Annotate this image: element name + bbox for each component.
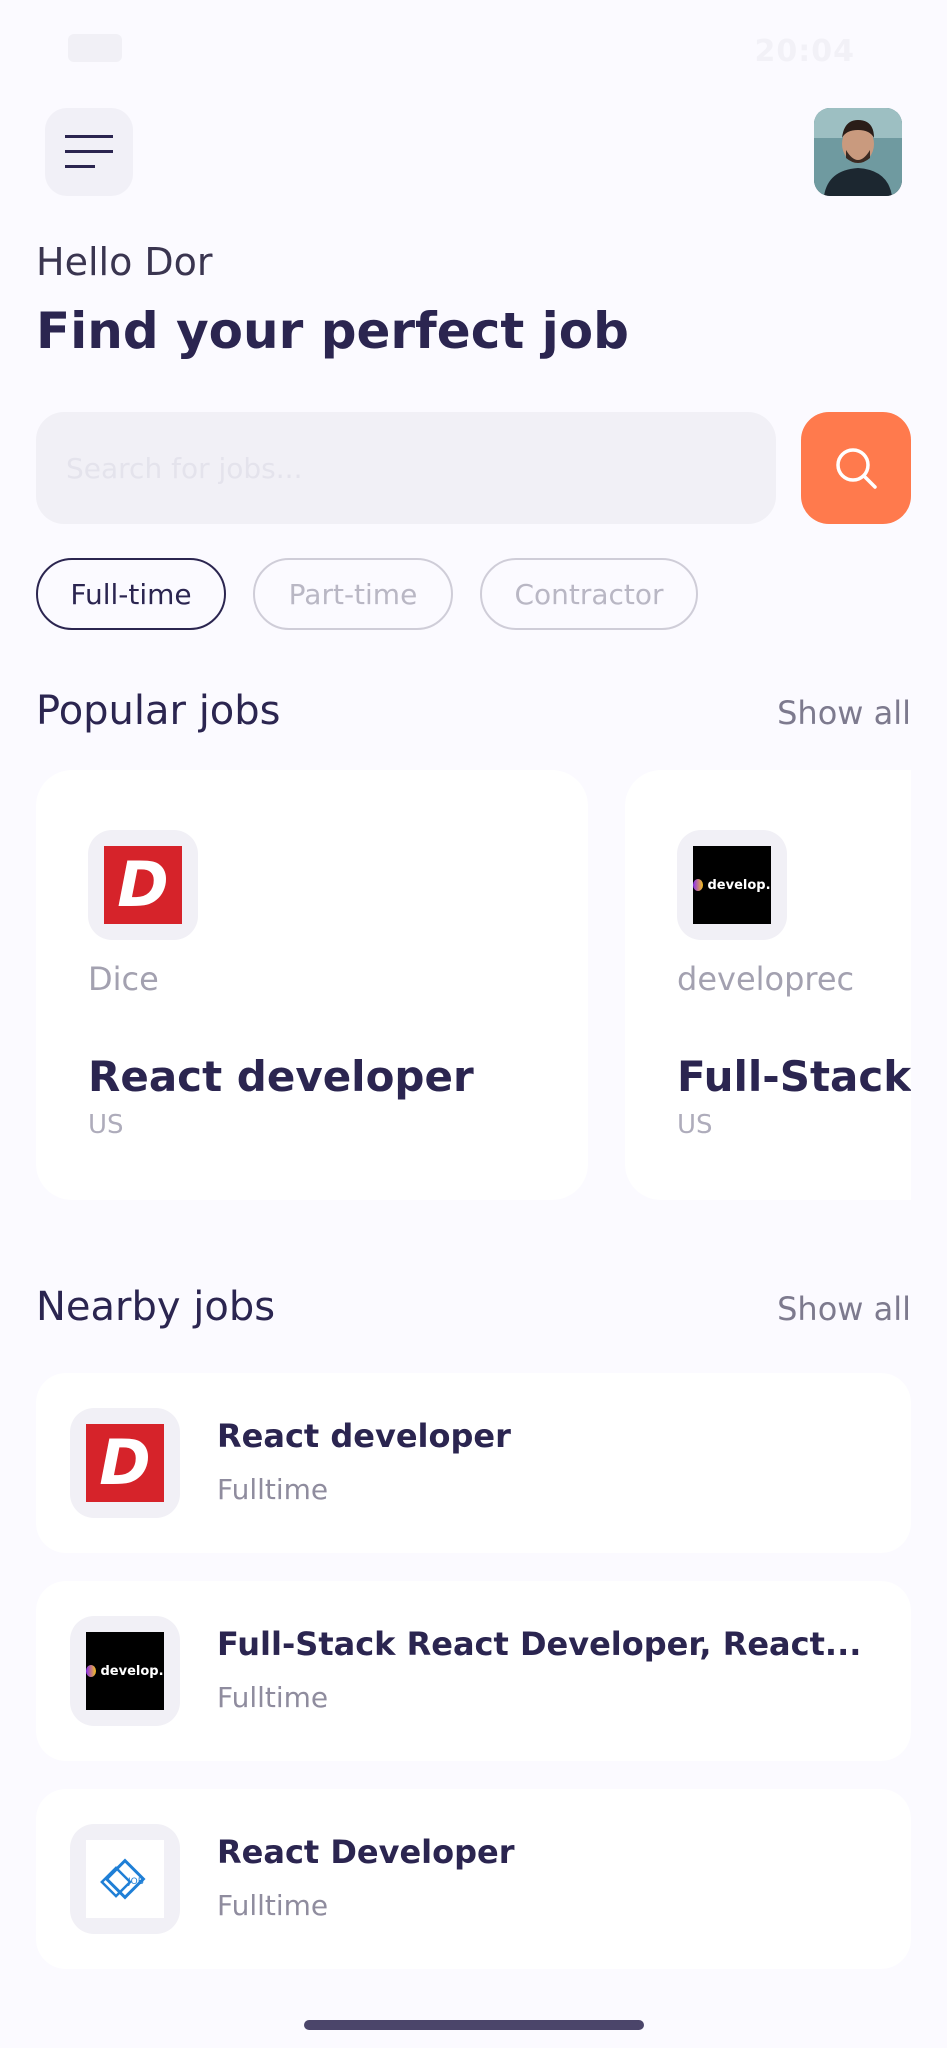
popular-job-card[interactable]: D Dice React developer US [36,770,588,1200]
company-logo-tile: D [88,830,198,940]
develop-dot-icon [693,879,704,891]
greeting-text: Hello Dor [36,240,213,284]
nearby-jobs-title: Nearby jobs [36,1284,276,1330]
popular-jobs-title: Popular jobs [36,688,281,734]
popular-show-all-link[interactable]: Show all [777,694,911,732]
status-bar: 20:04 [0,0,947,90]
signal-icon [68,34,122,62]
app-screen: 20:04 Hello Dor Find your perfect job Fu… [0,0,947,2048]
job-logo-icon: JOB [86,1840,164,1918]
job-type: Fulltime [217,1889,329,1922]
status-time: 20:04 [754,34,855,69]
search-icon [836,448,877,489]
job-title: React developer [217,1417,511,1455]
nearby-job-item[interactable]: D React developer Fulltime [36,1373,911,1553]
page-title: Find your perfect job [36,302,629,360]
filter-chip-full-time[interactable]: Full-time [36,558,226,630]
dice-logo-icon: D [86,1424,164,1502]
nearby-job-item[interactable]: develop. Full-Stack React Developer, Rea… [36,1581,911,1761]
home-indicator[interactable] [304,2020,644,2030]
filter-chip-part-time[interactable]: Part-time [253,558,453,630]
company-logo-tile: develop. [677,830,787,940]
develop-logo-text: develop. [707,877,771,893]
menu-button[interactable] [45,108,133,196]
job-type: Fulltime [217,1473,329,1506]
company-name: Dice [88,960,159,998]
job-title: Full-Stack R [677,1052,911,1101]
popular-jobs-carousel[interactable]: D Dice React developer US develop. devel… [36,770,911,1200]
user-avatar-icon [814,108,902,196]
develop-logo-text: develop. [100,1663,164,1679]
company-logo-tile: JOB [70,1824,180,1934]
job-title: React developer [88,1052,474,1101]
hamburger-menu-icon [65,135,113,168]
dice-logo-icon: D [104,846,182,924]
company-logo-tile: develop. [70,1616,180,1726]
profile-avatar[interactable] [814,108,902,196]
search-input[interactable] [36,412,776,524]
nearby-show-all-link[interactable]: Show all [777,1290,911,1328]
filter-chip-contractor[interactable]: Contractor [480,558,698,630]
status-icons-left [68,34,122,62]
company-name: developrec [677,960,855,998]
nearby-job-item[interactable]: JOB React Developer Fulltime [36,1789,911,1969]
popular-job-card[interactable]: develop. developrec Full-Stack R US [625,770,911,1200]
job-location: US [88,1110,124,1140]
company-logo-tile: D [70,1408,180,1518]
job-location: US [677,1110,713,1140]
job-diamond-icon: JOB [100,1858,146,1900]
job-title: React Developer [217,1833,515,1871]
job-type: Fulltime [217,1681,329,1714]
search-button[interactable] [801,412,911,524]
job-logo-text: JOB [127,1877,144,1887]
job-title: Full-Stack React Developer, React... [217,1625,862,1663]
develop-dot-icon [86,1665,97,1677]
develop-logo-icon: develop. [86,1632,164,1710]
develop-logo-icon: develop. [693,846,771,924]
